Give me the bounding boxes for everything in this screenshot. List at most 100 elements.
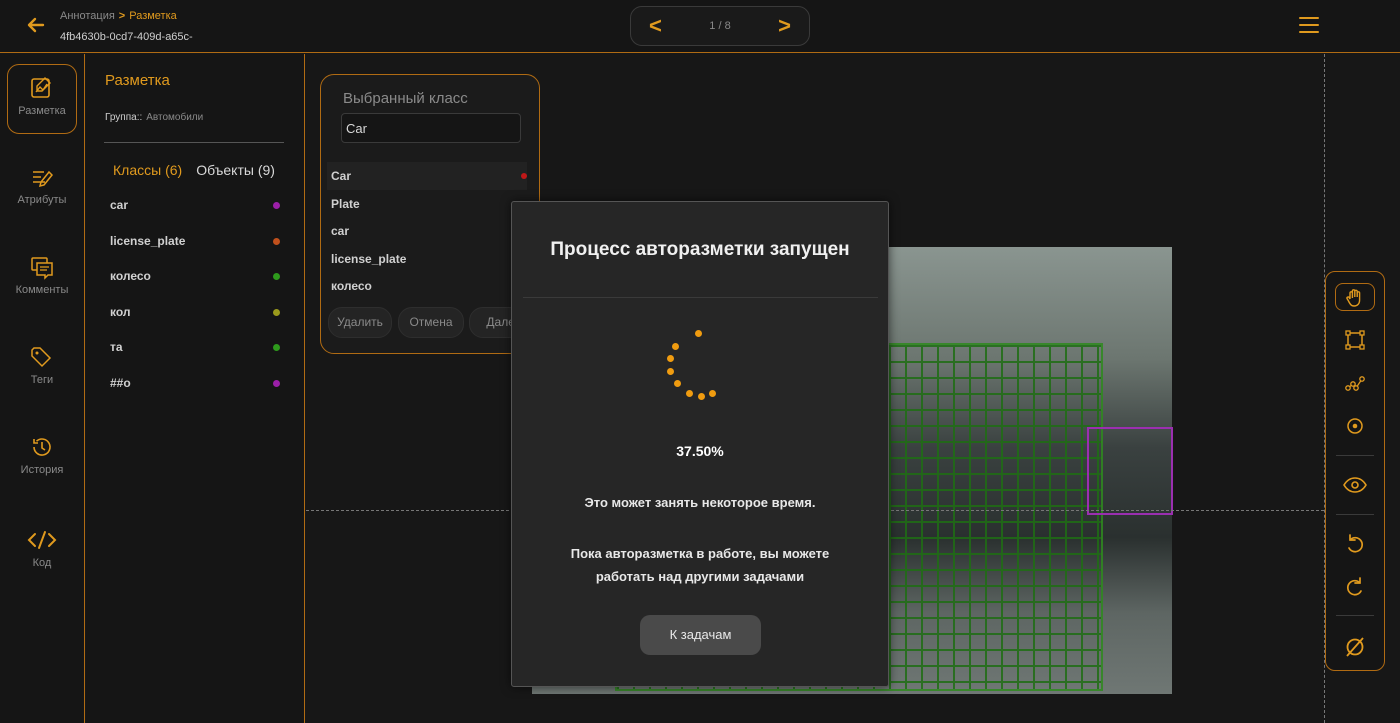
- bbox-tool[interactable]: [1335, 326, 1375, 354]
- plate-bounding-box[interactable]: [1087, 427, 1173, 515]
- attributes-icon: [33, 170, 54, 188]
- class-option-name: license_plate: [331, 251, 407, 266]
- selected-class-title: Выбранный класс: [343, 90, 468, 107]
- class-color-dot: [521, 173, 527, 179]
- pan-tool[interactable]: [1335, 283, 1375, 311]
- empty-set-icon: [1346, 637, 1364, 657]
- back-arrow-icon[interactable]: [26, 15, 48, 37]
- top-bar: Аннотация > Разметка 4fb4630b-0cd7-409d-a6…: [0, 0, 1400, 53]
- dialog-message-time: Это может занять некоторое время.: [584, 495, 816, 510]
- class-item[interactable]: license_plate: [110, 234, 280, 270]
- selected-class-options: Car Plate car license_plate колесо: [327, 162, 527, 300]
- group-label: Группа::: [105, 112, 143, 123]
- nav-item-history[interactable]: История: [7, 424, 77, 494]
- class-name: license_plate: [110, 233, 186, 248]
- class-option[interactable]: колесо: [327, 272, 527, 300]
- class-list: car license_plate колесо кол та ##о: [110, 198, 280, 411]
- breadcrumb: Аннотация > Разметка: [60, 10, 177, 22]
- class-color-dot: [273, 273, 280, 280]
- nav-item-tags[interactable]: Теги: [7, 334, 77, 404]
- class-item[interactable]: кол: [110, 305, 280, 341]
- dialog-divider: [523, 297, 878, 298]
- class-option[interactable]: Plate: [327, 190, 527, 218]
- class-option-name: Car: [331, 169, 352, 183]
- redo-button[interactable]: [1335, 572, 1375, 600]
- hamburger-menu-icon[interactable]: [1299, 17, 1319, 33]
- clear-all-button[interactable]: [1335, 632, 1375, 660]
- class-name: ##о: [110, 375, 131, 390]
- redo-icon: [1346, 577, 1362, 596]
- markup-panel: Разметка Группа:: Автомобили Классы (6) Об…: [86, 54, 305, 723]
- group-info: Группа:: Автомобили: [105, 112, 203, 123]
- breadcrumb-current: Разметка: [129, 10, 177, 22]
- point-icon: [1347, 418, 1363, 434]
- tab-classes[interactable]: Классы (6): [113, 162, 182, 178]
- go-to-tasks-button[interactable]: К задачам: [640, 615, 761, 655]
- class-color-dot: [273, 237, 280, 245]
- next-image-button[interactable]: >: [778, 13, 791, 39]
- class-color-dot: [273, 379, 280, 387]
- nav-label-tags: Теги: [30, 374, 54, 386]
- tab-objects[interactable]: Объекты (9): [196, 162, 275, 178]
- class-name: колесо: [110, 269, 151, 283]
- bounding-box-icon: [1345, 330, 1365, 350]
- nav-label-code: Код: [32, 557, 52, 569]
- app-root: Аннотация > Разметка 4fb4630b-0cd7-409d-a6…: [0, 0, 1400, 723]
- class-item[interactable]: колесо: [110, 269, 280, 305]
- breadcrumb-separator: >: [118, 10, 126, 22]
- nav-label-comments: Комменты: [15, 284, 69, 296]
- undo-button[interactable]: [1335, 529, 1375, 557]
- class-option-name: Plate: [331, 196, 360, 211]
- nav-item-markup[interactable]: Разметка: [7, 64, 77, 134]
- nav-item-attributes[interactable]: Атрибуты: [7, 154, 77, 224]
- nav-label-history: История: [20, 464, 64, 476]
- image-pager: < 1 / 8 >: [630, 6, 810, 46]
- progress-percent: 37.50%: [676, 443, 724, 459]
- cancel-button[interactable]: Отмена: [398, 307, 464, 338]
- comments-icon: [31, 257, 53, 280]
- nav-label-attributes: Атрибуты: [17, 194, 67, 206]
- class-name: та: [110, 340, 123, 354]
- group-value: Автомобили: [146, 112, 204, 123]
- nav-item-comments[interactable]: Комменты: [7, 244, 77, 314]
- toolbar-divider: [1336, 514, 1374, 515]
- left-nav: Разметка Атрибуты Комменты Теги История …: [0, 54, 85, 723]
- selected-class-popup: Выбранный класс Car Car Plate car licens…: [320, 74, 540, 354]
- toolbar-divider: [1336, 455, 1374, 456]
- delete-button[interactable]: Удалить: [328, 307, 392, 338]
- eye-icon: [1343, 477, 1367, 493]
- breadcrumb-root[interactable]: Аннотация: [60, 10, 115, 22]
- class-color-dot: [273, 344, 280, 351]
- dialog-message-info: Пока авторазметка в работе, вы можете ра…: [570, 546, 830, 584]
- loading-spinner-icon: [662, 330, 722, 406]
- auto-markup-dialog: Процесс авторазметки запущен 37.50% Это …: [511, 201, 889, 687]
- history-icon: [33, 438, 51, 456]
- undo-icon: [1348, 534, 1364, 553]
- hand-icon: [1346, 289, 1361, 307]
- right-toolbar: [1325, 271, 1385, 671]
- polyline-tool[interactable]: [1335, 369, 1375, 397]
- markup-icon: [31, 77, 51, 98]
- point-tool[interactable]: [1335, 412, 1375, 440]
- class-name: кол: [110, 304, 131, 319]
- class-item[interactable]: ##о: [110, 376, 280, 412]
- class-option-name: колесо: [331, 279, 372, 293]
- toolbar-divider: [1336, 615, 1374, 616]
- class-option[interactable]: Car: [327, 162, 527, 190]
- visibility-tool[interactable]: [1335, 471, 1375, 499]
- class-color-dot: [273, 308, 280, 316]
- class-name: car: [110, 198, 129, 212]
- tags-icon: [31, 347, 52, 368]
- nav-item-code[interactable]: Код: [7, 517, 77, 587]
- class-item[interactable]: car: [110, 198, 280, 234]
- class-option-name: car: [331, 224, 350, 238]
- class-color-dot: [273, 202, 280, 209]
- class-option[interactable]: car: [327, 217, 527, 245]
- class-option[interactable]: license_plate: [327, 245, 527, 273]
- panel-title: Разметка: [105, 72, 170, 89]
- selected-class-input[interactable]: Car: [341, 113, 521, 143]
- task-id: 4fb4630b-0cd7-409d-a65c-: [60, 31, 193, 43]
- class-item[interactable]: та: [110, 340, 280, 376]
- polyline-icon: [1345, 376, 1365, 391]
- panel-tabs: Классы (6) Объекты (9): [113, 162, 275, 178]
